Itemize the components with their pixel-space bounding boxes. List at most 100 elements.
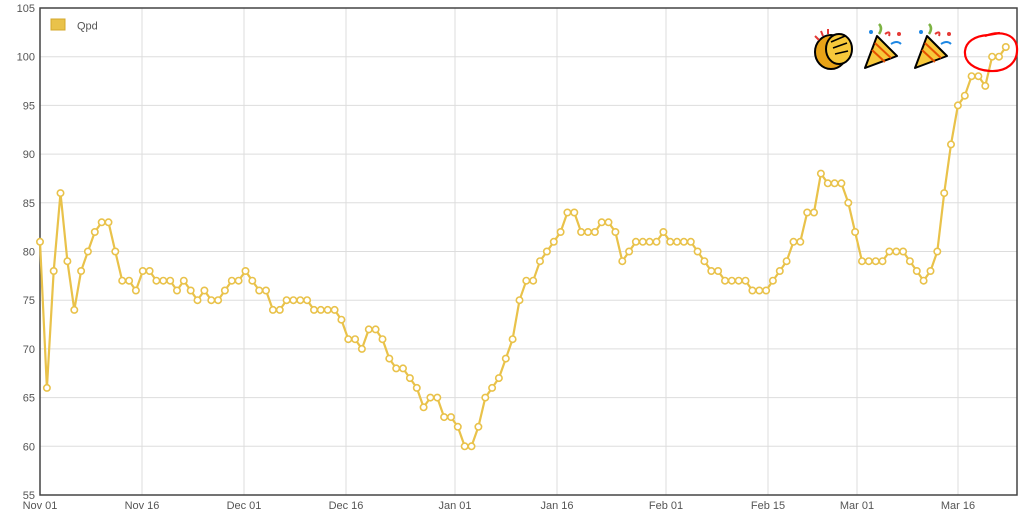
data-point[interactable] xyxy=(570,208,579,217)
data-point[interactable] xyxy=(988,52,997,61)
data-point[interactable] xyxy=(899,247,908,256)
data-point[interactable] xyxy=(857,257,866,266)
data-point[interactable] xyxy=(796,237,805,246)
data-point[interactable] xyxy=(693,247,702,256)
data-point[interactable] xyxy=(207,296,216,305)
data-point[interactable] xyxy=(330,305,339,314)
data-point[interactable] xyxy=(645,237,654,246)
data-point[interactable] xyxy=(981,81,990,90)
data-point[interactable] xyxy=(515,296,524,305)
data-point[interactable] xyxy=(323,305,332,314)
data-point[interactable] xyxy=(364,325,373,334)
data-point[interactable] xyxy=(974,72,983,81)
data-point[interactable] xyxy=(193,296,202,305)
data-point[interactable] xyxy=(775,266,784,275)
data-point[interactable] xyxy=(125,276,134,285)
data-point[interactable] xyxy=(392,364,401,373)
data-point[interactable] xyxy=(837,179,846,188)
data-point[interactable] xyxy=(529,276,538,285)
data-point[interactable] xyxy=(960,91,969,100)
data-point[interactable] xyxy=(309,305,318,314)
data-point[interactable] xyxy=(378,335,387,344)
data-point[interactable] xyxy=(316,305,325,314)
data-point[interactable] xyxy=(440,413,449,422)
data-point[interactable] xyxy=(700,257,709,266)
data-point[interactable] xyxy=(549,237,558,246)
data-point[interactable] xyxy=(104,218,113,227)
data-point[interactable] xyxy=(426,393,435,402)
data-point[interactable] xyxy=(261,286,270,295)
data-point[interactable] xyxy=(173,286,182,295)
data-point[interactable] xyxy=(782,257,791,266)
data-point[interactable] xyxy=(851,228,860,237)
data-point[interactable] xyxy=(892,247,901,256)
data-point[interactable] xyxy=(70,305,79,314)
data-point[interactable] xyxy=(926,266,935,275)
data-point[interactable] xyxy=(803,208,812,217)
data-point[interactable] xyxy=(933,247,942,256)
data-point[interactable] xyxy=(474,422,483,431)
data-point[interactable] xyxy=(563,208,572,217)
data-point[interactable] xyxy=(131,286,140,295)
data-point[interactable] xyxy=(625,247,634,256)
data-point[interactable] xyxy=(453,422,462,431)
data-point[interactable] xyxy=(871,257,880,266)
data-point[interactable] xyxy=(118,276,127,285)
data-point[interactable] xyxy=(303,296,312,305)
data-point[interactable] xyxy=(768,276,777,285)
data-point[interactable] xyxy=(542,247,551,256)
data-point[interactable] xyxy=(734,276,743,285)
data-point[interactable] xyxy=(912,266,921,275)
data-point[interactable] xyxy=(631,237,640,246)
data-point[interactable] xyxy=(878,257,887,266)
data-point[interactable] xyxy=(371,325,380,334)
data-point[interactable] xyxy=(282,296,291,305)
data-point[interactable] xyxy=(508,335,517,344)
data-point[interactable] xyxy=(220,286,229,295)
data-point[interactable] xyxy=(214,296,223,305)
data-point[interactable] xyxy=(946,140,955,149)
data-point[interactable] xyxy=(590,228,599,237)
data-point[interactable] xyxy=(186,286,195,295)
data-point[interactable] xyxy=(56,189,65,198)
data-point[interactable] xyxy=(419,403,428,412)
data-point[interactable] xyxy=(351,335,360,344)
data-point[interactable] xyxy=(385,354,394,363)
data-point[interactable] xyxy=(967,72,976,81)
data-point[interactable] xyxy=(49,266,58,275)
data-point[interactable] xyxy=(152,276,161,285)
data-point[interactable] xyxy=(405,374,414,383)
data-point[interactable] xyxy=(344,335,353,344)
data-point[interactable] xyxy=(501,354,510,363)
data-point[interactable] xyxy=(727,276,736,285)
data-point[interactable] xyxy=(166,276,175,285)
data-point[interactable] xyxy=(111,247,120,256)
data-point[interactable] xyxy=(268,305,277,314)
data-point[interactable] xyxy=(227,276,236,285)
data-point[interactable] xyxy=(905,257,914,266)
data-point[interactable] xyxy=(577,228,586,237)
data-point[interactable] xyxy=(741,276,750,285)
data-point[interactable] xyxy=(679,237,688,246)
data-point[interactable] xyxy=(789,237,798,246)
data-point[interactable] xyxy=(864,257,873,266)
data-point[interactable] xyxy=(535,257,544,266)
data-point[interactable] xyxy=(433,393,442,402)
data-point[interactable] xyxy=(83,247,92,256)
data-point[interactable] xyxy=(762,286,771,295)
data-point[interactable] xyxy=(755,286,764,295)
data-point[interactable] xyxy=(686,237,695,246)
data-point[interactable] xyxy=(481,393,490,402)
data-point[interactable] xyxy=(1001,42,1010,51)
data-point[interactable] xyxy=(556,228,565,237)
data-point[interactable] xyxy=(275,305,284,314)
data-point[interactable] xyxy=(446,413,455,422)
data-point[interactable] xyxy=(720,276,729,285)
data-point[interactable] xyxy=(666,237,675,246)
data-point[interactable] xyxy=(77,266,86,275)
data-point[interactable] xyxy=(953,101,962,110)
data-point[interactable] xyxy=(604,218,613,227)
data-point[interactable] xyxy=(522,276,531,285)
data-point[interactable] xyxy=(90,228,99,237)
data-point[interactable] xyxy=(494,374,503,383)
